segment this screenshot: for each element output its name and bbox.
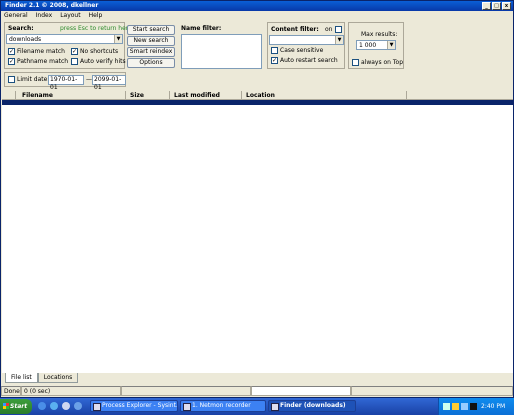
clock[interactable]: 2:40 PM: [481, 398, 505, 415]
browser-icon[interactable]: [50, 402, 58, 410]
auto-verify-checkbox[interactable]: Auto verify hits: [71, 58, 126, 65]
date-from-input[interactable]: 1970-01-01: [48, 75, 84, 91]
status-bar: Done 0 (0 sec): [1, 386, 513, 397]
auto-restart-checkbox[interactable]: ✓ Auto restart search: [271, 57, 338, 64]
name-filter-label: Name filter:: [181, 25, 222, 32]
checkbox-box[interactable]: [8, 76, 15, 83]
pathname-match-checkbox[interactable]: ✓ Pathname match: [8, 58, 68, 65]
date-to-input[interactable]: 2099-01-01: [92, 75, 126, 91]
tray-app-icon[interactable]: [461, 403, 468, 410]
column-location[interactable]: Location: [242, 91, 407, 100]
limit-date-panel: Limit date: 1970-01-01 — 2099-01-01: [4, 72, 126, 91]
status-progress: [251, 386, 351, 396]
taskbar: Start Process Explorer - Sysint... 1. Ne…: [0, 398, 514, 415]
content-filter-on-checkbox[interactable]: [335, 26, 342, 33]
new-search-button[interactable]: New search: [127, 36, 175, 46]
filename-match-checkbox[interactable]: ✓ Filename match: [8, 48, 65, 55]
menu-index[interactable]: Index: [36, 11, 53, 20]
finder-window: Finder 2.1 © 2008, dkellner _ □ x Genera…: [0, 0, 514, 398]
checkbox-box[interactable]: [352, 59, 359, 66]
pathname-match-label: Pathname match: [17, 58, 69, 65]
status-text: Done: [1, 386, 21, 396]
content-filter-panel: Content filter: on ▼ Case sensitive ✓ Au…: [267, 22, 345, 69]
results-list-header: Filename Size Last modified Location: [2, 91, 513, 100]
column-size[interactable]: Size: [126, 91, 170, 100]
selected-row[interactable]: [2, 100, 513, 105]
case-sensitive-checkbox[interactable]: Case sensitive: [271, 47, 323, 54]
tray-security-icon[interactable]: [452, 403, 459, 410]
smart-reindex-button[interactable]: Smart reindex: [127, 47, 175, 57]
window-title: Finder 2.1 © 2008, dkellner: [5, 2, 99, 9]
checkbox-box[interactable]: ✓: [71, 48, 78, 55]
menu-help[interactable]: Help: [89, 11, 103, 20]
always-on-top-checkbox[interactable]: always on Top: [352, 59, 403, 66]
content-filter-input[interactable]: ▼: [269, 35, 344, 45]
checkbox-box[interactable]: [271, 47, 278, 54]
menu-bar: General Index Layout Help: [1, 11, 513, 20]
media-icon[interactable]: [74, 402, 82, 410]
max-results-value: 1 000: [359, 42, 377, 49]
search-value: downloads: [9, 36, 42, 43]
status-pane-3: [121, 386, 251, 396]
bottom-tabs: File list Locations: [5, 373, 79, 383]
checkbox-box[interactable]: [71, 58, 78, 65]
start-search-button[interactable]: Start search: [127, 25, 175, 35]
explorer-icon[interactable]: [62, 402, 70, 410]
minimize-button[interactable]: _: [482, 2, 491, 10]
tray-network-icon[interactable]: [443, 403, 450, 410]
task-netmon-recorder[interactable]: 1. Netmon recorder: [180, 400, 266, 412]
menu-layout[interactable]: Layout: [60, 11, 80, 20]
column-filename[interactable]: Filename: [16, 91, 126, 100]
title-bar[interactable]: Finder 2.1 © 2008, dkellner _ □ x: [1, 1, 513, 11]
limit-date-label: Limit date:: [17, 76, 50, 83]
task-process-explorer[interactable]: Process Explorer - Sysint...: [90, 400, 178, 412]
filename-match-label: Filename match: [17, 48, 65, 55]
menu-general[interactable]: General: [4, 11, 28, 20]
name-filter-input[interactable]: [181, 34, 262, 69]
search-panel: Search: press Esc to return here downloa…: [4, 22, 132, 69]
status-pane-5: [351, 386, 513, 396]
status-count: 0 (0 sec): [21, 386, 121, 396]
options-button[interactable]: Options: [127, 58, 175, 68]
tray-console-icon[interactable]: [470, 403, 477, 410]
auto-verify-label: Auto verify hits: [80, 58, 126, 65]
chevron-down-icon[interactable]: ▼: [387, 41, 395, 49]
max-results-select[interactable]: 1 000 ▼: [356, 40, 396, 50]
tab-file-list[interactable]: File list: [5, 373, 38, 383]
start-button[interactable]: Start: [0, 399, 32, 414]
content-filter-label: Content filter:: [271, 26, 319, 33]
search-input[interactable]: downloads ▼: [6, 34, 123, 44]
always-on-top-label: always on Top: [361, 59, 404, 66]
content-filter-on-label: on: [325, 26, 333, 33]
max-results-label: Max results:: [361, 31, 398, 38]
no-shortcuts-label: No shortcuts: [80, 48, 119, 55]
system-tray: 2:40 PM: [438, 398, 514, 415]
chevron-down-icon[interactable]: ▼: [114, 35, 122, 43]
results-list[interactable]: [2, 100, 513, 373]
desktop-icon[interactable]: [38, 402, 46, 410]
task-finder[interactable]: Finder (downloads): [268, 400, 356, 412]
column-last-modified[interactable]: Last modified: [170, 91, 242, 100]
search-label: Search:: [8, 25, 34, 32]
chevron-down-icon[interactable]: ▼: [335, 36, 343, 44]
limit-date-checkbox[interactable]: Limit date:: [8, 76, 49, 83]
close-button[interactable]: x: [502, 2, 511, 10]
max-results-panel: Max results: 1 000 ▼ always on Top: [348, 22, 404, 69]
checkbox-box[interactable]: ✓: [8, 48, 15, 55]
tab-locations[interactable]: Locations: [37, 373, 79, 383]
case-sensitive-label: Case sensitive: [280, 47, 324, 54]
maximize-button[interactable]: □: [492, 2, 501, 10]
checkbox-box[interactable]: ✓: [271, 57, 278, 64]
auto-restart-label: Auto restart search: [280, 57, 338, 64]
no-shortcuts-checkbox[interactable]: ✓ No shortcuts: [71, 48, 118, 55]
search-hint: press Esc to return here: [60, 25, 132, 32]
column-handle[interactable]: [2, 91, 16, 100]
checkbox-box[interactable]: ✓: [8, 58, 15, 65]
